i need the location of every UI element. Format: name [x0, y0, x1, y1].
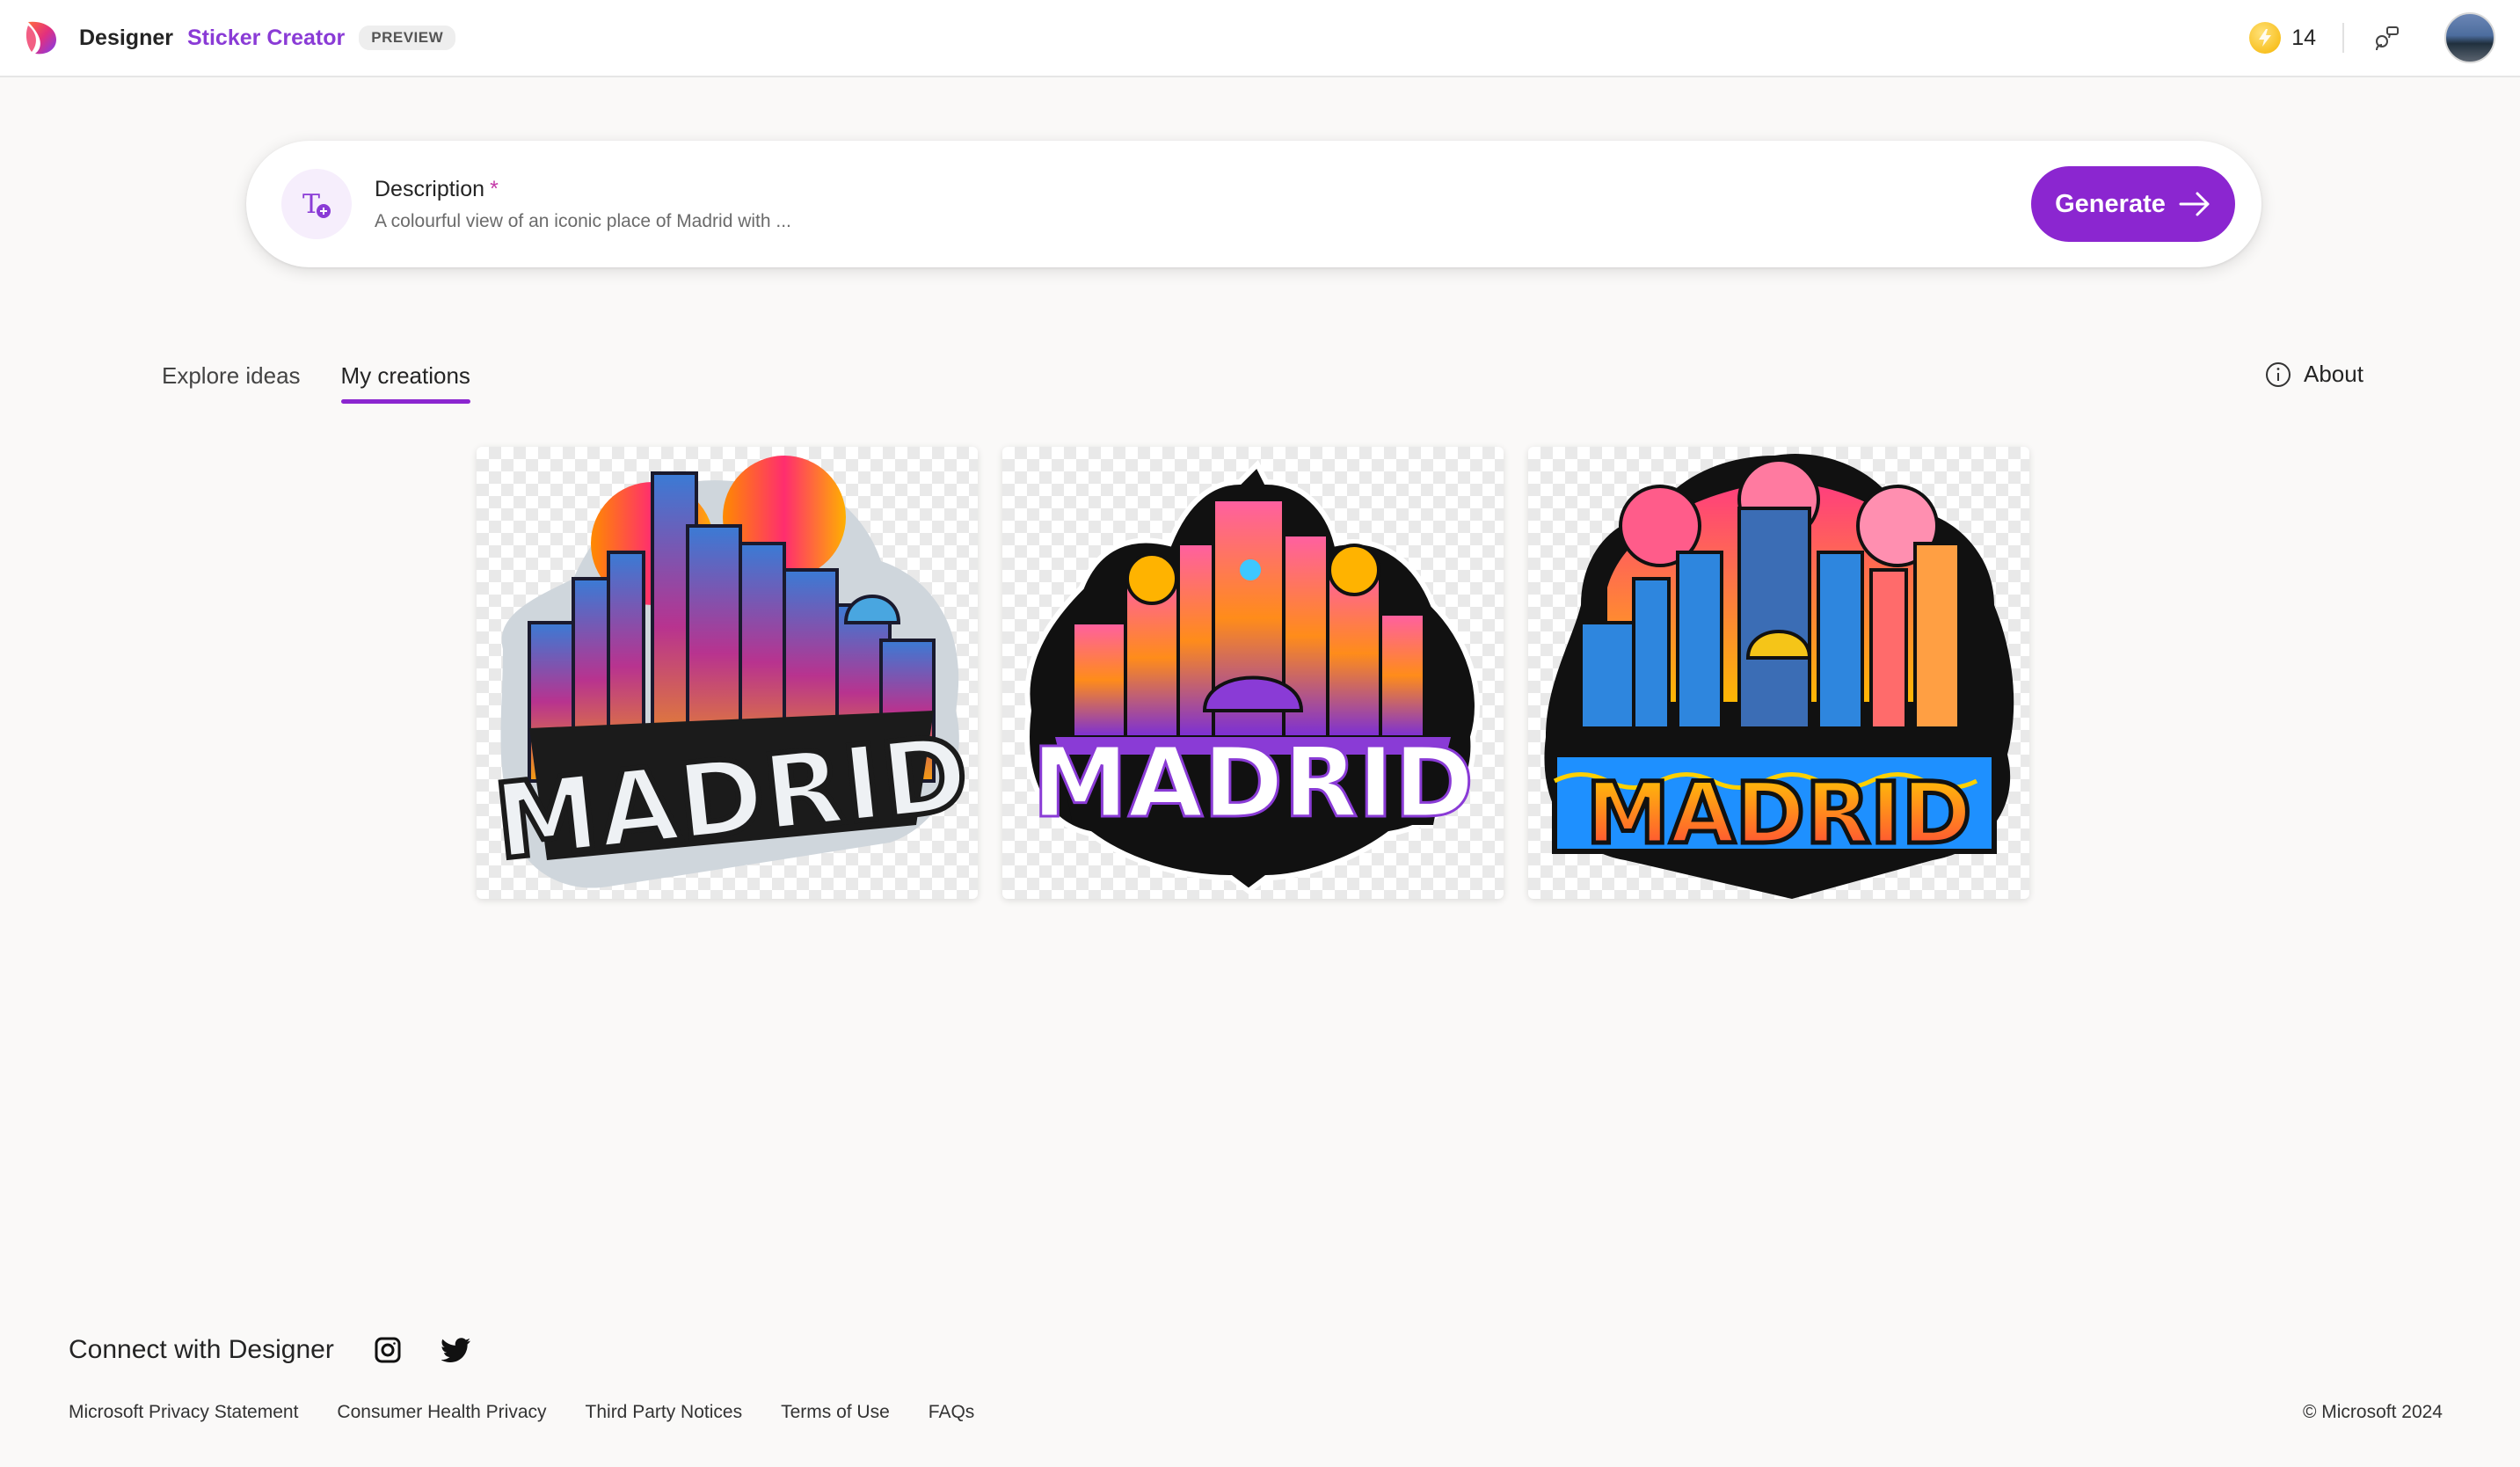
- footer-link-health-privacy[interactable]: Consumer Health Privacy: [337, 1402, 546, 1423]
- madrid-sticker-image: MADRID: [1544, 454, 2014, 899]
- product-name[interactable]: Sticker Creator: [187, 26, 345, 51]
- brand-name: Designer: [79, 25, 173, 50]
- page: Designer Sticker Creator PREVIEW 14 T De…: [0, 0, 2520, 1467]
- boosts-counter[interactable]: 14: [2249, 22, 2316, 54]
- info-icon: [2266, 361, 2291, 387]
- creations-grid: MADRID MADRID MADRID: [477, 447, 2029, 899]
- sticker-text: MADRID: [1586, 764, 1972, 863]
- tab-my-creations[interactable]: My creations: [340, 362, 471, 404]
- description-label-text: Description: [375, 176, 485, 201]
- about-label: About: [2304, 361, 2363, 387]
- description-label: Description *: [375, 177, 791, 202]
- creation-card[interactable]: MADRID: [477, 447, 978, 899]
- footer-link-privacy[interactable]: Microsoft Privacy Statement: [69, 1402, 298, 1423]
- arrow-right-icon: [2179, 192, 2210, 216]
- footer-link-faqs[interactable]: FAQs: [929, 1402, 975, 1423]
- share-icon[interactable]: [2371, 22, 2402, 54]
- header-divider: [2342, 23, 2344, 53]
- text-prompt-icon: T: [281, 169, 352, 239]
- creation-card[interactable]: MADRID: [1528, 447, 2029, 899]
- boosts-count: 14: [2291, 25, 2316, 50]
- generate-label: Generate: [2055, 189, 2166, 218]
- copyright: © Microsoft 2024: [2302, 1402, 2443, 1422]
- tabs: Explore ideas My creations: [162, 362, 511, 404]
- footer-link-terms[interactable]: Terms of Use: [781, 1402, 890, 1423]
- required-mark: *: [490, 176, 499, 201]
- connect-label: Connect with Designer: [69, 1335, 334, 1364]
- description-field[interactable]: Description * A colourful view of an icon…: [375, 177, 791, 232]
- top-bar: Designer Sticker Creator PREVIEW 14: [0, 0, 2520, 77]
- madrid-sticker-image: MADRID: [1024, 459, 1480, 894]
- avatar[interactable]: [2444, 12, 2495, 63]
- preview-badge: PREVIEW: [359, 26, 456, 50]
- footer-links: Microsoft Privacy Statement Consumer Hea…: [69, 1402, 1013, 1423]
- designer-logo-icon[interactable]: [25, 18, 60, 57]
- header-actions: 14: [2249, 12, 2495, 63]
- svg-text:T: T: [302, 189, 320, 220]
- generate-button[interactable]: Generate: [2031, 166, 2235, 242]
- footer-link-third-party[interactable]: Third Party Notices: [586, 1402, 743, 1423]
- sticker-text: MADRID: [1032, 726, 1475, 839]
- twitter-icon[interactable]: [441, 1335, 471, 1365]
- description-value[interactable]: A colourful view of an iconic place of M…: [375, 211, 791, 232]
- lightning-icon: [2249, 22, 2282, 54]
- about-button[interactable]: About: [2265, 361, 2363, 388]
- connect-section: Connect with Designer: [69, 1335, 510, 1365]
- tab-explore-ideas[interactable]: Explore ideas: [162, 362, 301, 404]
- description-card[interactable]: T Description * A colourful view of an ic…: [246, 141, 2261, 267]
- instagram-icon[interactable]: [373, 1335, 403, 1365]
- madrid-sticker-image: MADRID: [486, 456, 976, 888]
- creation-card[interactable]: MADRID: [1002, 447, 1504, 899]
